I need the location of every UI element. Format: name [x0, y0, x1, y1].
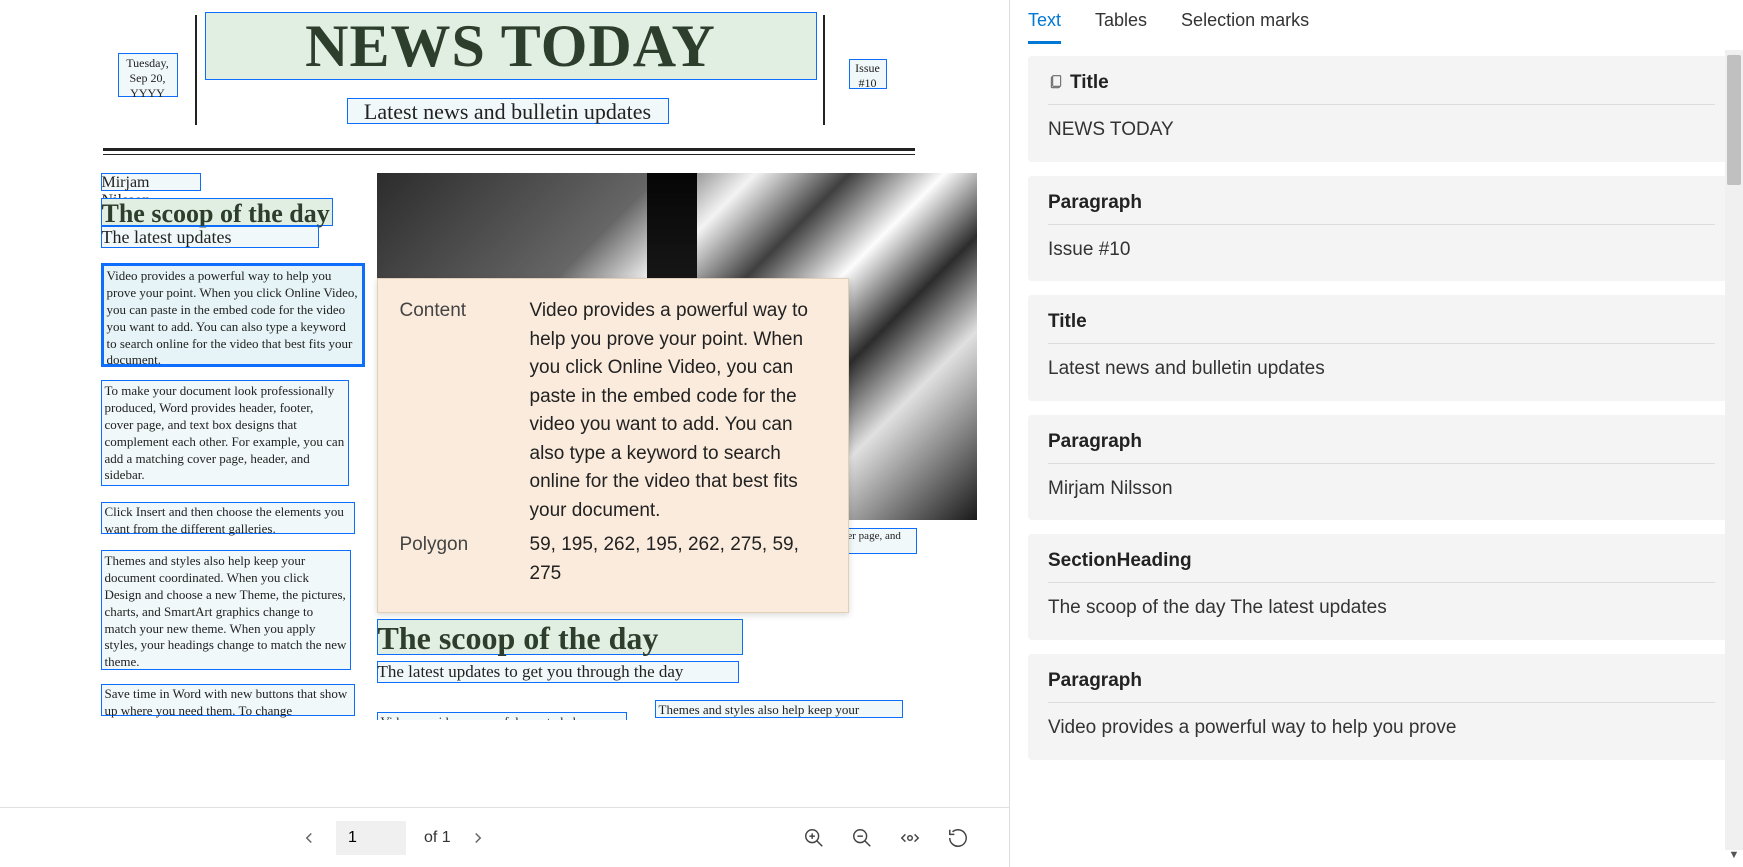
result-card[interactable]: Paragraph Video provides a powerful way …: [1028, 654, 1735, 760]
result-value: Video provides a powerful way to help yo…: [1048, 715, 1715, 742]
bbox-paragraph-2[interactable]: To make your document look professionall…: [101, 380, 349, 486]
results-list[interactable]: Title NEWS TODAY Paragraph Issue #10 Tit…: [1010, 44, 1743, 864]
bbox-paragraph-1-selected[interactable]: Video provides a powerful way to help yo…: [101, 263, 365, 367]
tab-text[interactable]: Text: [1028, 10, 1061, 44]
tooltip-content-value: Video provides a powerful way to help yo…: [530, 297, 826, 525]
result-card[interactable]: Title NEWS TODAY: [1028, 56, 1735, 162]
bbox-tooltip: Content Video provides a powerful way to…: [377, 278, 849, 613]
scroll-down-arrow[interactable]: ▼: [1728, 849, 1740, 861]
document-viewport[interactable]: Tuesday, Sep 20, YYYY NEWS TODAY Issue #…: [0, 0, 1009, 720]
result-label-text: Title: [1070, 72, 1109, 94]
page-nav-bar: of 1: [0, 807, 1009, 867]
result-card[interactable]: Title Latest news and bulletin updates: [1028, 295, 1735, 401]
results-panel: Text Tables Selection marks Title NEWS T…: [1010, 0, 1743, 867]
tab-selection-marks[interactable]: Selection marks: [1181, 10, 1309, 44]
fit-width-icon[interactable]: [899, 827, 921, 849]
result-value: NEWS TODAY: [1048, 117, 1715, 144]
result-card[interactable]: Paragraph Mirjam Nilsson: [1028, 415, 1735, 521]
bbox-paragraph-7[interactable]: Themes and styles also help keep your: [655, 700, 903, 718]
bbox-paragraph-5[interactable]: Save time in Word with new buttons that …: [101, 684, 355, 716]
zoom-out-icon[interactable]: [851, 827, 873, 849]
viewer-tools: [803, 827, 969, 849]
result-label: Title: [1048, 311, 1715, 344]
bbox-paragraph-6[interactable]: Video provides a powerful way to help yo…: [377, 712, 627, 720]
bbox-issue[interactable]: Issue #10: [849, 59, 887, 89]
bbox-author-1[interactable]: Mirjam Nilsson: [101, 173, 201, 191]
header-rule: [103, 148, 915, 155]
result-value: Latest news and bulletin updates: [1048, 356, 1715, 383]
result-label: Paragraph: [1048, 670, 1715, 703]
result-label: Paragraph: [1048, 431, 1715, 464]
page-number-input[interactable]: [336, 821, 406, 855]
rotate-icon[interactable]: [947, 827, 969, 849]
bbox-paragraph-3[interactable]: Click Insert and then choose the element…: [101, 502, 355, 534]
bbox-date[interactable]: Tuesday, Sep 20, YYYY: [118, 53, 178, 97]
next-page-button[interactable]: [469, 829, 487, 847]
result-tabs: Text Tables Selection marks: [1010, 0, 1743, 44]
header-divider-left: [195, 15, 197, 125]
bbox-scoop-2-sub[interactable]: The latest updates to get you through th…: [377, 661, 739, 683]
tooltip-content-label: Content: [400, 297, 530, 525]
zoom-in-icon[interactable]: [803, 827, 825, 849]
header-divider-right: [823, 15, 825, 125]
result-label: SectionHeading: [1048, 550, 1715, 583]
document-page: Tuesday, Sep 20, YYYY NEWS TODAY Issue #…: [15, 0, 995, 720]
result-label: Title: [1048, 72, 1715, 105]
bbox-paragraph-4[interactable]: Themes and styles also help keep your do…: [101, 550, 351, 670]
document-icon: [1048, 74, 1064, 92]
bbox-title[interactable]: NEWS TODAY: [205, 12, 817, 80]
bbox-scoop-2[interactable]: The scoop of the day: [377, 619, 743, 655]
result-card[interactable]: Paragraph Issue #10: [1028, 176, 1735, 282]
bbox-subtitle[interactable]: Latest news and bulletin updates: [347, 98, 669, 124]
bbox-scoop-1[interactable]: The scoop of the day: [101, 198, 333, 226]
tab-tables[interactable]: Tables: [1095, 10, 1147, 44]
tooltip-polygon-label: Polygon: [400, 531, 530, 588]
bbox-scoop-1-sub[interactable]: The latest updates: [101, 226, 319, 248]
tooltip-polygon-value: 59, 195, 262, 195, 262, 275, 59, 275: [530, 531, 826, 588]
result-value: Mirjam Nilsson: [1048, 476, 1715, 503]
page-count-label: of 1: [424, 829, 451, 847]
document-viewer-panel: Tuesday, Sep 20, YYYY NEWS TODAY Issue #…: [0, 0, 1010, 867]
result-card[interactable]: SectionHeading The scoop of the day The …: [1028, 534, 1735, 640]
result-value: Issue #10: [1048, 237, 1715, 264]
prev-page-button[interactable]: [300, 829, 318, 847]
page-nav: of 1: [300, 821, 487, 855]
result-label: Paragraph: [1048, 192, 1715, 225]
result-value: The scoop of the day The latest updates: [1048, 595, 1715, 622]
scrollbar-thumb[interactable]: [1727, 55, 1741, 185]
